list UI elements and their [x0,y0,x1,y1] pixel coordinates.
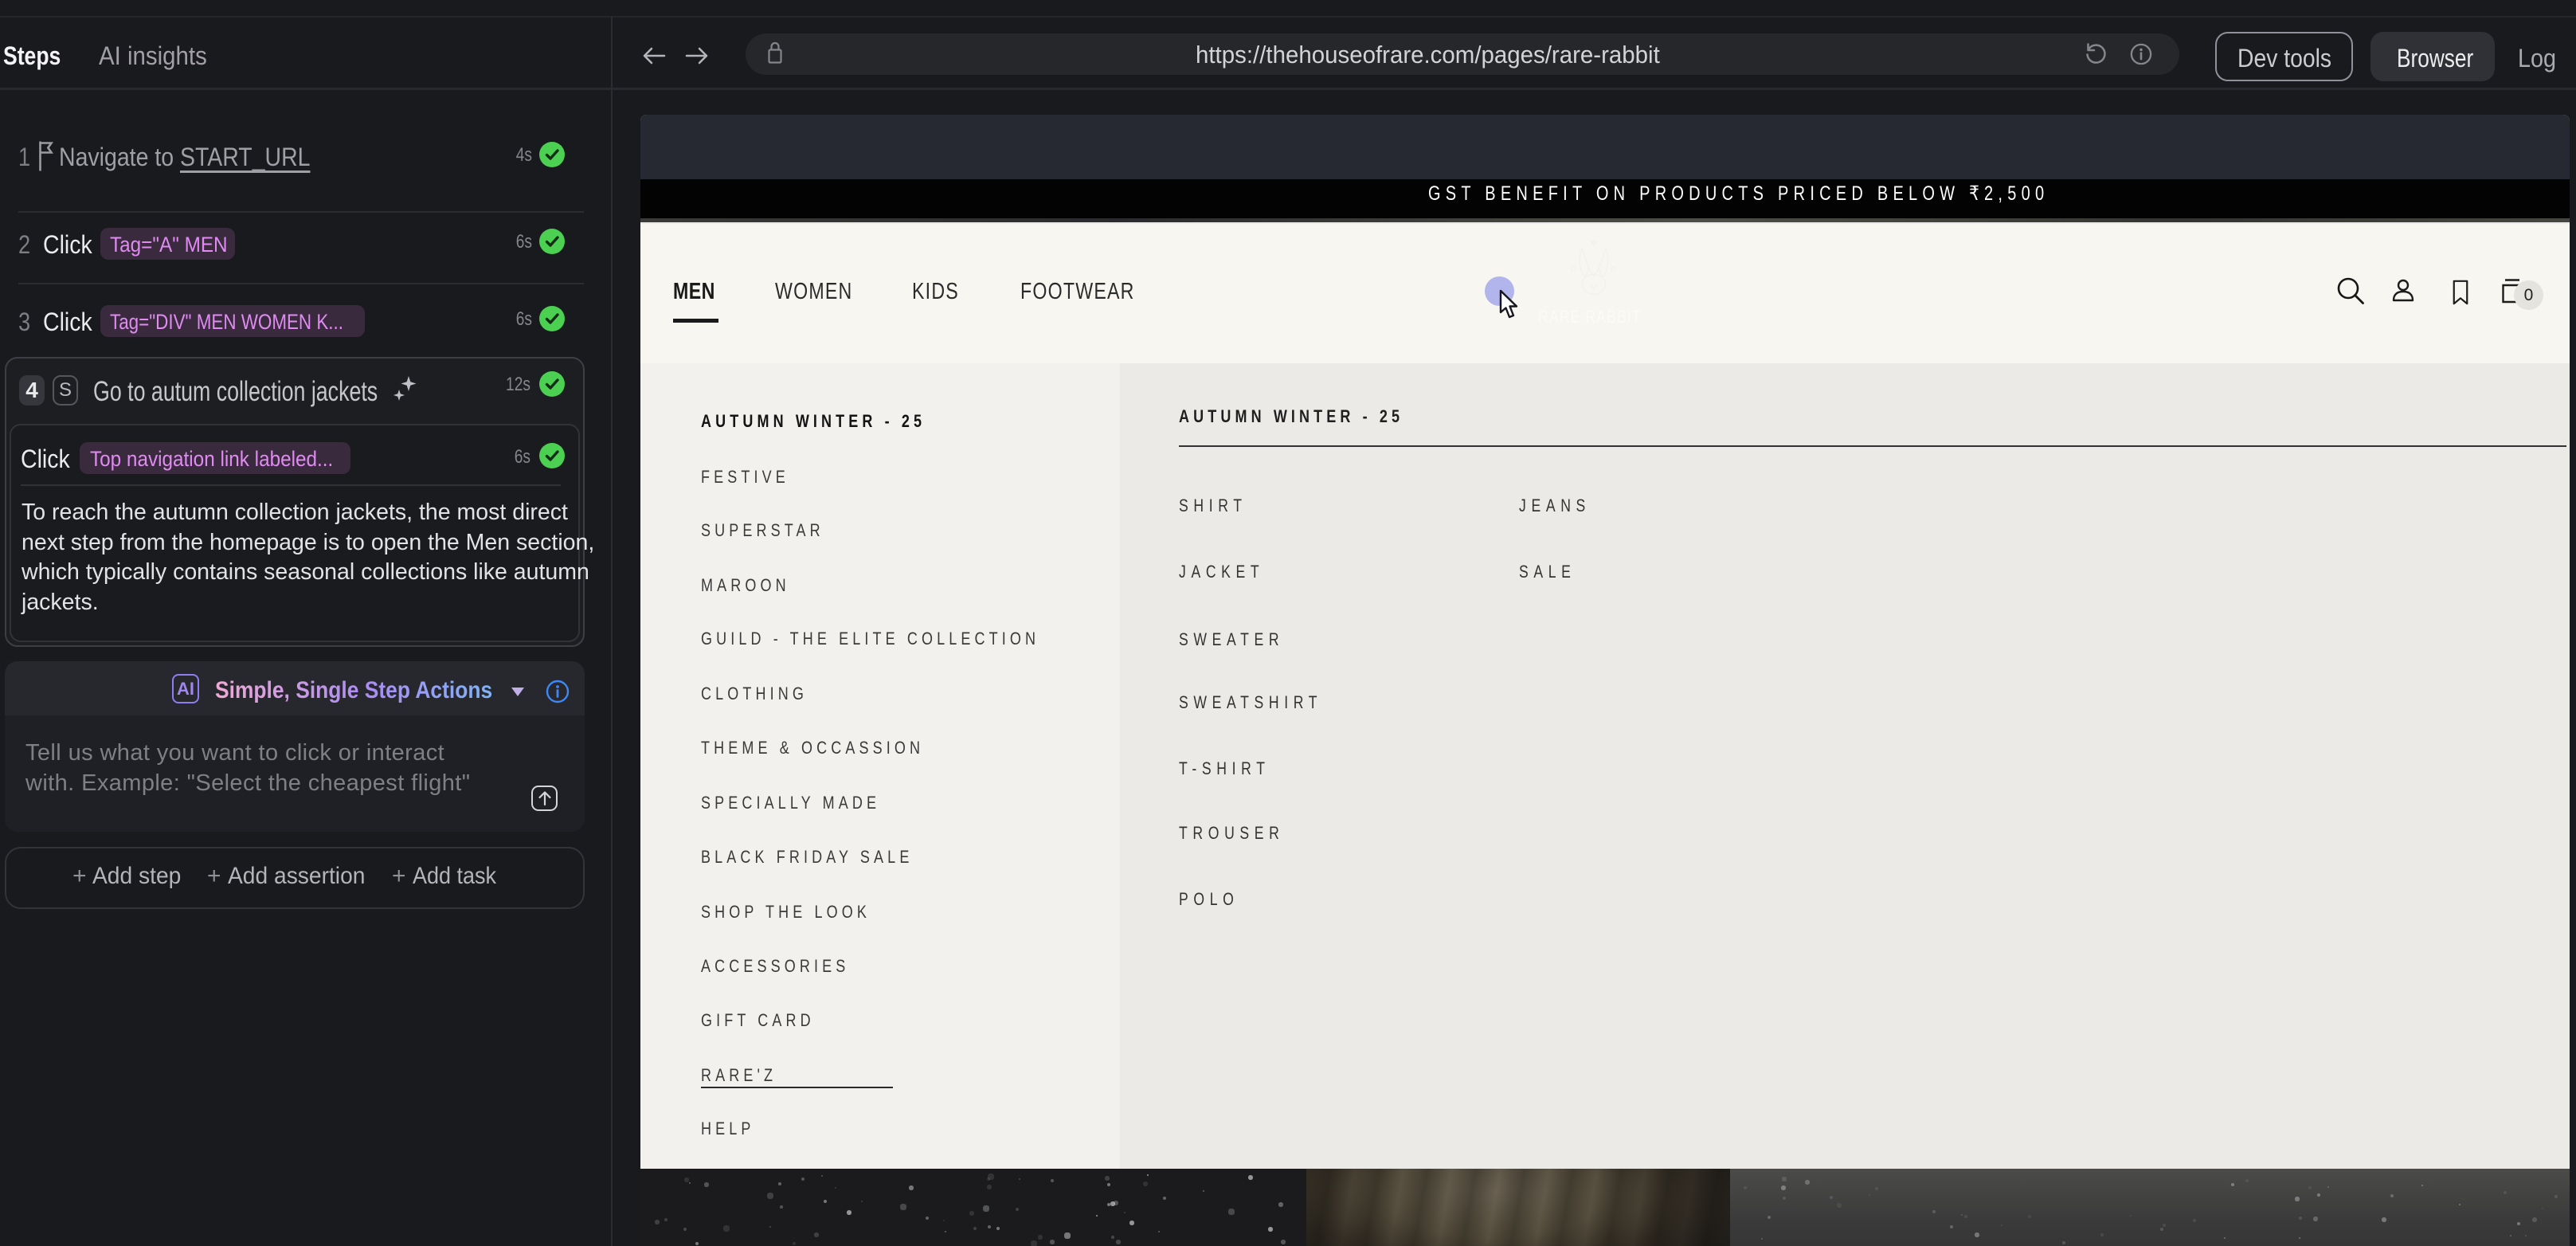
svg-text:R: R [1611,266,1616,275]
svg-text:R: R [1571,266,1576,275]
